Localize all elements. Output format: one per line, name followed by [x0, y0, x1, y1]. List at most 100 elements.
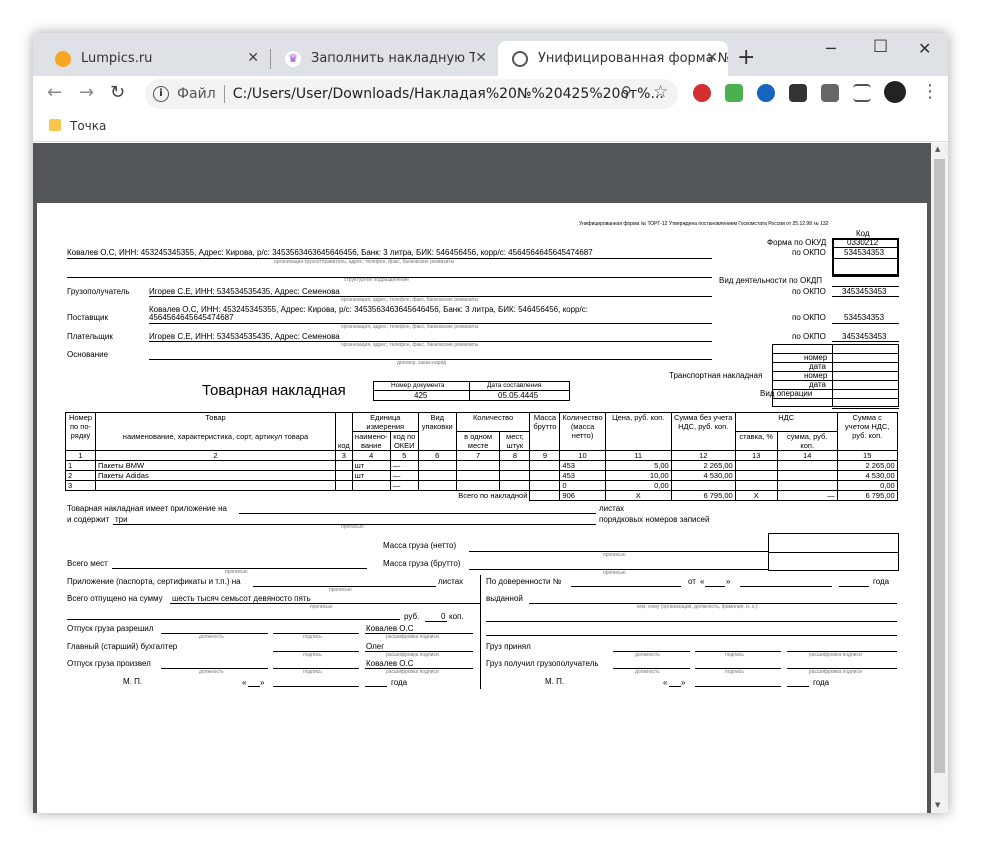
- attach-sheets: листах: [438, 577, 464, 586]
- site-info-label: Файл: [177, 86, 216, 102]
- row-qty: 453: [559, 460, 606, 471]
- docnum-label: Номер документа: [391, 382, 445, 389]
- zoom-icon[interactable]: ⚲: [621, 83, 632, 101]
- scrollbar[interactable]: ▲ ▼: [931, 143, 948, 813]
- colnum: 1: [65, 450, 96, 461]
- table-row: 3 — 0 0,00 0,00: [65, 480, 898, 491]
- contains-value: три: [115, 515, 128, 524]
- tab-title: Lumpics.ru: [81, 51, 153, 66]
- shipper-hint: организация-грузоотправитель, адрес, тел…: [274, 259, 455, 265]
- maximize-button[interactable]: ☐: [873, 37, 888, 57]
- bookmark-tochka[interactable]: Точка: [70, 119, 106, 133]
- transport-label: Транспортная накладная: [669, 371, 763, 380]
- new-tab-button[interactable]: +: [737, 45, 755, 70]
- table-row: 1 Пакеты BMW шт — 453 5,00 2 265,00 2 26…: [65, 460, 898, 471]
- row-name: Пакеты BMW: [95, 460, 336, 471]
- okud-value: 0330212: [847, 238, 879, 247]
- hint-position: должность: [199, 669, 224, 675]
- org-hint: организация, адрес, телефон, факс, банко…: [341, 297, 479, 303]
- bookmark-star-icon[interactable]: ☆: [653, 82, 668, 102]
- mp-label: М. П.: [545, 677, 565, 686]
- vpn-extension-icon[interactable]: [757, 84, 775, 102]
- colnum: 5: [389, 450, 419, 461]
- row-unit: шт: [351, 460, 391, 471]
- contract-hint: договор, заказ-наряд: [397, 360, 447, 366]
- colnum: 3: [335, 450, 353, 461]
- close-window-button[interactable]: ✕: [918, 39, 931, 58]
- propis-hint: прописью: [225, 569, 248, 575]
- row-okei: —: [389, 470, 419, 481]
- close-icon[interactable]: ✕: [706, 50, 718, 66]
- footer-divider: [480, 575, 481, 689]
- places-label: Всего мест: [67, 559, 108, 568]
- forward-icon[interactable]: →: [79, 82, 94, 103]
- minimize-button[interactable]: ─: [826, 39, 836, 58]
- hint-decode: расшифровка подписи: [386, 652, 439, 658]
- propis-hint: прописью: [329, 587, 352, 593]
- cube-extension-icon[interactable]: [789, 84, 807, 102]
- url-text[interactable]: C:/Users/User/Downloads/Накладая%20№%204…: [233, 86, 664, 102]
- close-icon[interactable]: ✕: [475, 50, 487, 66]
- row-qty: 453: [559, 470, 606, 481]
- back-icon[interactable]: ←: [47, 82, 62, 103]
- accepted-label: Груз принял: [486, 642, 531, 651]
- h-vat-sum: сумма, руб. коп.: [776, 431, 838, 451]
- reload-icon[interactable]: ↻: [110, 82, 125, 103]
- okpo-value-2: 3453453453: [842, 287, 887, 296]
- received-label: Груз получил грузополучатель: [486, 659, 599, 668]
- tab-title: Унифицированная форма №: [538, 51, 728, 66]
- colnum: 15: [836, 450, 898, 461]
- row-num: 2: [65, 470, 96, 481]
- address-bar[interactable]: i Файл C:/Users/User/Downloads/Накладая%…: [145, 79, 678, 109]
- accountant-label: Главный (старший) бухгалтер: [67, 642, 178, 651]
- allowed-name: Ковалев О.С: [366, 624, 414, 633]
- hint-position: должность: [199, 634, 224, 640]
- info-icon[interactable]: i: [153, 86, 169, 102]
- scroll-down-icon[interactable]: ▼: [935, 801, 940, 809]
- h-vat-rate: ставка, %: [734, 431, 778, 451]
- total-price: X: [604, 490, 672, 501]
- media-queue-icon[interactable]: [853, 84, 871, 102]
- propis-hint: прописью: [603, 552, 626, 558]
- total-sum: 6 795,00: [670, 490, 736, 501]
- row-sum: [670, 480, 736, 491]
- puzzle-icon[interactable]: [821, 84, 839, 102]
- year-label: года: [873, 577, 890, 586]
- colnum: 11: [604, 450, 672, 461]
- total-vat-rate: X: [734, 490, 778, 501]
- docdate-value: 05.05.4445: [498, 391, 539, 400]
- hint-sign: подпись: [303, 669, 322, 675]
- h-qty: Количество: [455, 412, 531, 432]
- avatar[interactable]: [884, 81, 906, 103]
- scrollbar-thumb[interactable]: [934, 159, 945, 773]
- tab-unified-form[interactable]: Унифицированная форма № ✕: [498, 41, 728, 76]
- h-goods: Товар: [95, 412, 336, 432]
- gross-label: Масса груза (брутто): [383, 559, 461, 568]
- hint-sign: подпись: [303, 634, 322, 640]
- goods-table: Номер по по- рядку Товар код Единица изм…: [65, 412, 898, 501]
- kebab-menu-icon[interactable]: ⋮: [921, 81, 939, 102]
- propis-hint: прописью: [603, 570, 626, 576]
- tab-lumpics[interactable]: Lumpics.ru ✕: [41, 41, 269, 76]
- tab-strip: Lumpics.ru ✕ ♛ Заполнить накладную ТОРГ-…: [33, 33, 948, 76]
- h-goods-sub: наименование, характеристика, сорт, арти…: [95, 431, 336, 451]
- row-unit: шт: [351, 470, 391, 481]
- colnum: 12: [670, 450, 736, 461]
- h-vat: НДС: [734, 412, 838, 432]
- released-label: Всего отпущено на сумму: [67, 594, 163, 603]
- close-icon[interactable]: ✕: [247, 50, 259, 66]
- records-label: порядковых номеров записей: [599, 515, 710, 524]
- subdivision-hint: структурное подразделение: [344, 277, 410, 283]
- quote-open: «: [663, 678, 668, 687]
- tab-torg12[interactable]: ♛ Заполнить накладную ТОРГ-12 ✕: [271, 41, 497, 76]
- okpo-label-2: по ОКПО: [792, 287, 826, 296]
- kop-label: коп.: [449, 612, 464, 621]
- globe-icon: [512, 50, 528, 67]
- net-label: Масса груза (нетто): [383, 541, 457, 550]
- h-unit-name: наимено- вание: [351, 431, 391, 451]
- music-extension-icon[interactable]: [725, 84, 743, 102]
- row-total: 4 530,00: [836, 470, 898, 481]
- scroll-up-icon[interactable]: ▲: [935, 145, 940, 153]
- okdp-label: Вид деятельности по ОКДП: [719, 276, 823, 285]
- adblock-extension-icon[interactable]: [693, 84, 711, 102]
